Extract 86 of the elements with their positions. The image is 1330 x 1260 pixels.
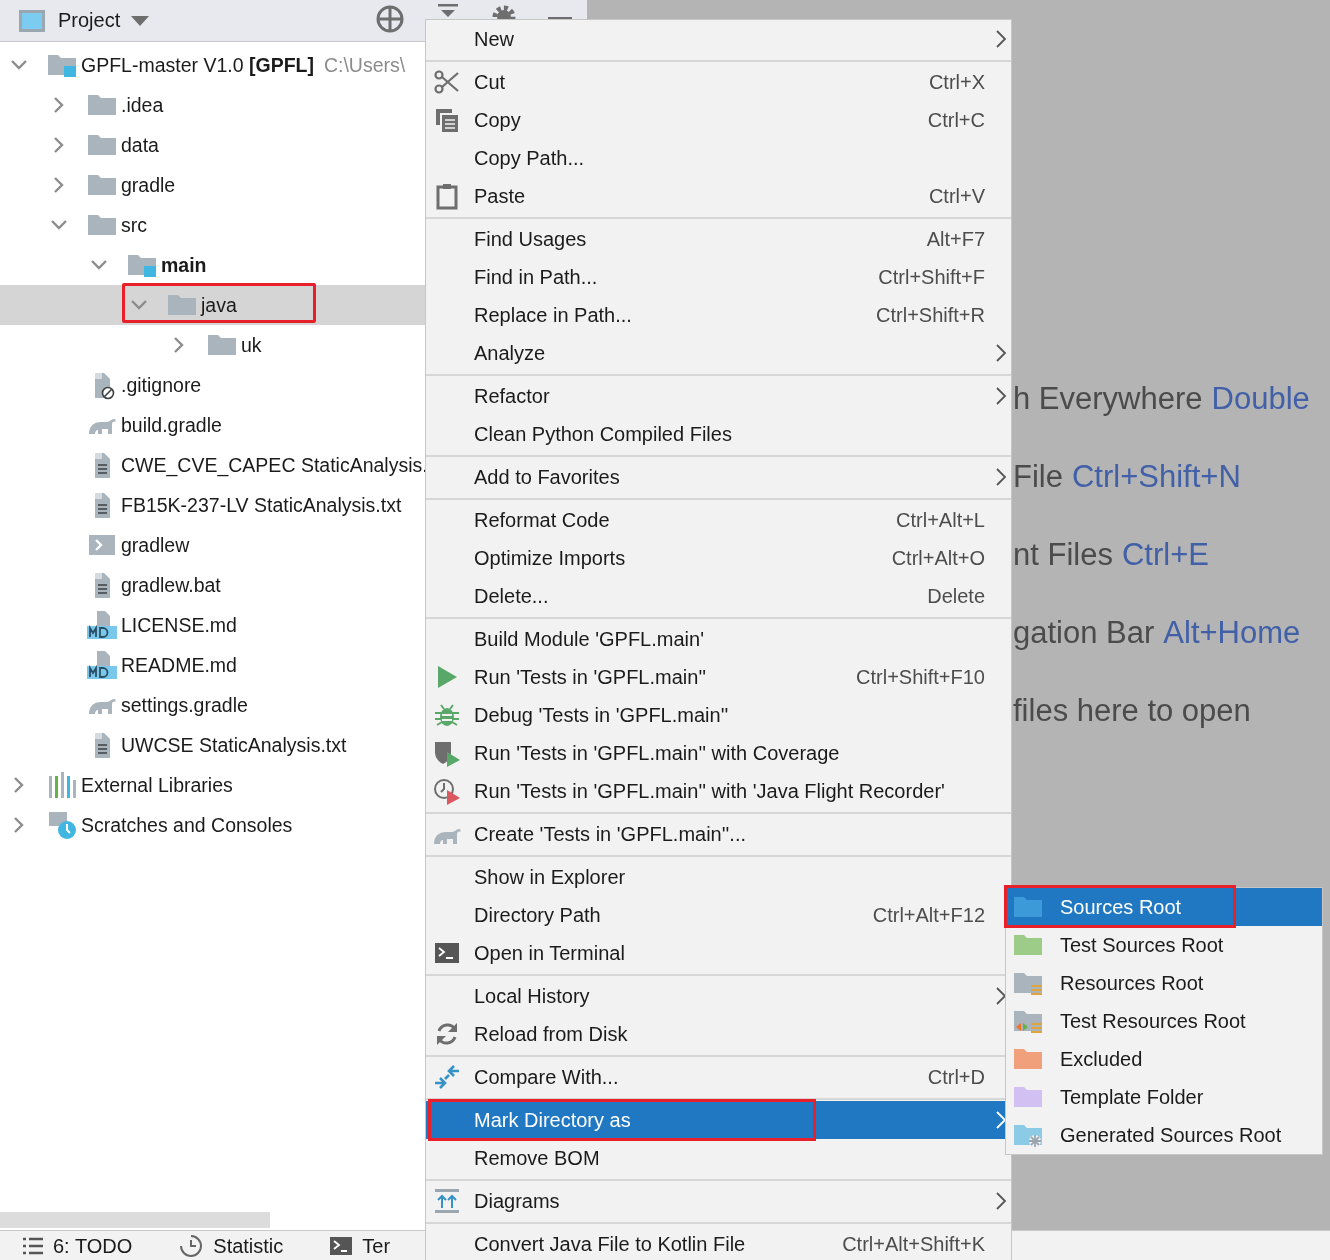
menu-item[interactable]: Cut Ctrl+X — [426, 63, 1011, 101]
tree-item[interactable]: README.md — [0, 645, 425, 685]
hint-text: nt Files — [1013, 537, 1113, 574]
menu-item[interactable]: Copy Path... — [426, 139, 1011, 177]
folder-icon — [87, 92, 117, 118]
menu-item[interactable]: Convert Java File to Kotlin File Ctrl+Alt+Shift+K — [426, 1225, 1011, 1260]
dropdown-caret-icon[interactable] — [130, 14, 151, 27]
compare-arrows-icon — [433, 1063, 461, 1091]
menu-item[interactable]: Run 'Tests in 'GPFL.main'' Ctrl+Shift+F10 — [426, 658, 1011, 696]
clock-icon — [178, 1234, 205, 1258]
tree-item[interactable]: gradle — [0, 165, 425, 205]
folder-icon — [87, 212, 117, 238]
menu-item[interactable]: Test Sources Root — [1006, 926, 1322, 964]
menu-item[interactable]: Resources Root — [1006, 964, 1322, 1002]
shortcut-text: Double — [1211, 381, 1310, 418]
scrollbar-thumb[interactable] — [0, 1212, 270, 1228]
markdown-file-icon — [87, 610, 117, 640]
hint-text: File — [1013, 459, 1063, 496]
hint-text: gation Bar — [1013, 615, 1155, 652]
tree-item[interactable]: LICENSE.md — [0, 605, 425, 645]
menu-item[interactable]: Replace in Path... Ctrl+Shift+R — [426, 296, 1011, 334]
menu-item[interactable]: Diagrams — [426, 1182, 1011, 1220]
libraries-icon — [47, 770, 77, 800]
path-hint: C:\Users\ — [323, 53, 406, 77]
panel-title: Project — [58, 9, 121, 32]
tree-item[interactable]: main — [0, 245, 425, 285]
folder-icon — [167, 292, 197, 318]
menu-item[interactable]: Test Resources Root — [1006, 1002, 1322, 1040]
tool-tab[interactable]: 6: TODO — [53, 1234, 133, 1258]
tree-item[interactable]: gradlew — [0, 525, 425, 565]
tree-item[interactable]: java — [0, 285, 425, 325]
shield-play-icon — [433, 739, 461, 767]
menu-item[interactable]: Delete... Delete — [426, 577, 1011, 615]
menu-item[interactable]: Clean Python Compiled Files — [426, 415, 1011, 453]
menu-item[interactable]: Analyze — [426, 334, 1011, 372]
tree-item[interactable]: External Libraries — [0, 765, 425, 805]
project-window-icon — [18, 8, 46, 33]
tree-item[interactable]: src — [0, 205, 425, 245]
tree-item[interactable]: settings.gradle — [0, 685, 425, 725]
tree-item[interactable]: GPFL-master V1.0 [GPFL] C:\Users\ — [0, 45, 425, 85]
menu-item[interactable]: Reformat Code Ctrl+Alt+L — [426, 501, 1011, 539]
markdown-file-icon — [87, 650, 117, 680]
hint-text: files here to open — [1013, 693, 1251, 730]
menu-item[interactable]: Find in Path... Ctrl+Shift+F — [426, 258, 1011, 296]
target-icon[interactable] — [375, 4, 405, 34]
tree-item[interactable]: data — [0, 125, 425, 165]
tree-item[interactable]: gradlew.bat — [0, 565, 425, 605]
clock-play-icon — [433, 777, 461, 805]
menu-item[interactable]: Build Module 'GPFL.main' — [426, 620, 1011, 658]
tree-item[interactable]: .idea — [0, 85, 425, 125]
shortcut-text: Ctrl+E — [1121, 537, 1209, 574]
shortcut-text: Alt+Home — [1163, 615, 1301, 652]
tree-item[interactable]: .gitignore — [0, 365, 425, 405]
menu-item[interactable]: Find Usages Alt+F7 — [426, 220, 1011, 258]
tree-item[interactable]: Scratches and Consoles — [0, 805, 425, 845]
menu-item[interactable]: Run 'Tests in 'GPFL.main'' with 'Java Flight Recorder' — [426, 772, 1011, 810]
menu-item[interactable]: New — [426, 20, 1011, 58]
module-folder-icon — [47, 52, 77, 78]
shortcut-text: Ctrl+Shift+N — [1071, 459, 1241, 496]
scratch-clock-icon — [47, 810, 77, 840]
diagram-icon — [433, 1187, 461, 1215]
list-icon — [22, 1236, 44, 1256]
menu-item[interactable]: Run 'Tests in 'GPFL.main'' with Coverage — [426, 734, 1011, 772]
tree-item[interactable]: uk — [0, 325, 425, 365]
scissors-icon — [433, 68, 461, 96]
hint-text: h Everywhere — [1013, 381, 1203, 418]
menu-item[interactable]: Create 'Tests in 'GPFL.main''... — [426, 815, 1011, 853]
menu-item[interactable]: Optimize Imports Ctrl+Alt+O — [426, 539, 1011, 577]
module-folder-icon — [127, 252, 157, 278]
tool-tab[interactable]: Statistic — [213, 1234, 284, 1258]
tree-item[interactable]: FB15K-237-LV StaticAnalysis.txt — [0, 485, 425, 525]
folder-icon — [207, 332, 237, 358]
copy-icon — [433, 106, 461, 134]
menu-item[interactable]: Paste Ctrl+V — [426, 177, 1011, 215]
tree-item[interactable]: build.gradle — [0, 405, 425, 445]
terminal-icon — [329, 1235, 354, 1257]
tool-tab[interactable]: Ter — [362, 1234, 391, 1258]
menu-item[interactable]: Refactor — [426, 377, 1011, 415]
folder-icon — [87, 172, 117, 198]
menu-item[interactable]: Add to Favorites — [426, 458, 1011, 496]
menu-item[interactable]: Copy Ctrl+C — [426, 101, 1011, 139]
tree-item[interactable]: UWCSE StaticAnalysis.txt — [0, 725, 425, 765]
menu-item[interactable]: Excluded — [1006, 1040, 1322, 1078]
menu-item[interactable]: Debug 'Tests in 'GPFL.main'' — [426, 696, 1011, 734]
menu-item[interactable]: Sources Root — [1006, 888, 1322, 926]
folder-icon — [87, 132, 117, 158]
